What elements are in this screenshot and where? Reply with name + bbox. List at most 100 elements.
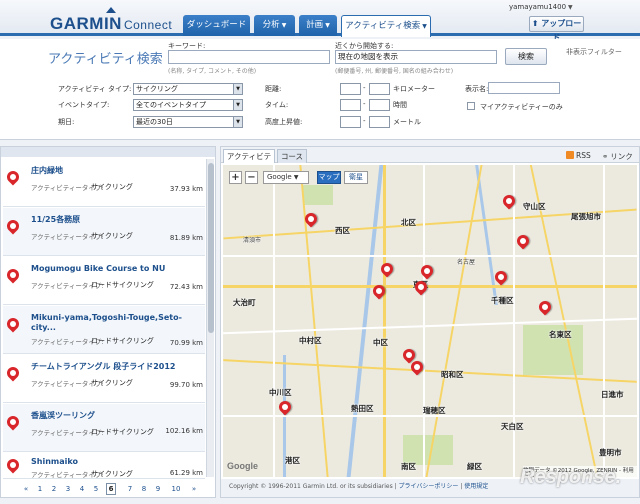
map-view-button[interactable]: マップ [317,171,341,184]
elevation-min-input[interactable] [340,116,361,128]
activity-map-pin[interactable] [536,298,554,316]
copyright: Copyright © 1996-2011 Garmin Ltd. or its… [229,483,393,490]
terms-link[interactable]: 使用規定 [464,483,488,490]
map-label: 中村区 [299,336,322,345]
list-item[interactable]: チームトライアングル 段子ライド2012 アクティビティータイプ: サイクリング… [3,355,205,403]
tab-activities[interactable]: アクティビティ [223,149,275,174]
rss-link[interactable]: RSS [566,151,591,160]
page-link[interactable]: 10 [169,485,183,493]
scroll-thumb[interactable] [208,163,214,333]
range-dash: - [363,100,366,108]
activity-type-value: サイクリング [136,85,178,93]
link-label: リンク [610,152,633,161]
activity-distance: 81.89 km [169,234,203,242]
satellite-view-button[interactable]: 衛星 [344,171,368,184]
my-activities-checkbox[interactable] [467,102,475,110]
activity-map-pin[interactable] [418,262,436,280]
page-link[interactable]: 4 [77,485,87,493]
link-icon: ⚭ [602,152,609,161]
page-link[interactable]: 5 [91,485,101,493]
highway [223,285,637,288]
elevation-unit: メートル [393,118,421,126]
page-link[interactable]: 9 [153,485,163,493]
map-label: 西区 [335,226,350,235]
tab-activity-search[interactable]: アクティビティ検索 ▼ [341,15,431,37]
activity-map-pin[interactable] [514,232,532,250]
link-button[interactable]: ⚭ リンク [602,151,633,162]
distance-max-input[interactable] [369,83,390,95]
map-label: 尾張旭市 [571,212,601,221]
rss-icon [566,151,574,159]
activity-type: サイクリング [91,183,133,191]
page-next[interactable]: » [189,485,199,493]
zoom-in-button[interactable]: + [229,171,242,184]
street [223,255,637,257]
map-canvas[interactable]: 北区 守山区 西区 東区 千種区 名東区 中区 中村区 昭和区 中川区 熱田区 … [223,165,637,477]
tab-dashboard[interactable]: ダッシュボード [183,15,250,36]
activity-map-pin[interactable] [492,268,510,286]
activity-title[interactable]: 香嵐渓ツーリング [31,411,201,421]
activity-title[interactable]: チームトライアングル 段子ライド2012 [31,362,201,372]
list-item[interactable]: 11/25各務原 アクティビティータイプ: サイクリング 81.89 km [3,208,205,256]
username-menu[interactable]: yamayamu1400 ▼ [509,3,573,11]
list-item[interactable]: Mogumogu Bike Course to NU アクティビティータイプ: … [3,257,205,305]
activity-type-label: アクティビティ タイプ: [58,85,132,93]
chevron-down-icon: ▼ [233,84,242,94]
upload-button[interactable]: ⬆ アップロード [529,16,584,42]
watermark: Response. [520,466,622,488]
search-button[interactable]: 検索 [505,48,547,65]
map-label: 大治町 [233,298,256,307]
logo-main: GARMIN [50,14,122,33]
list-scrollbar[interactable] [206,159,214,477]
page-prev[interactable]: « [21,485,31,493]
activity-title[interactable]: Shinmaiko [31,457,201,467]
tab-analysis[interactable]: 分析 ▼ [254,15,295,36]
elevation-label: 高度上昇値: [265,118,303,126]
activity-title[interactable]: 庄内緑地 [31,166,201,176]
street [273,165,275,477]
list-item[interactable]: 庄内緑地 アクティビティータイプ: サイクリング 37.93 km [3,159,205,207]
map-label: 熱田区 [351,404,374,413]
tab-label: 分析 [262,20,280,30]
top-header: GARMIN Connect yamayamu1400 ▼ ⬆ アップロード ダッシ… [0,0,640,42]
list-item[interactable]: Shinmaiko アクティビティータイプ: サイクリング 61.29 km [3,453,205,479]
privacy-link[interactable]: プライバシーポリシー [399,483,459,490]
activity-type: ロードサイクリング [91,281,154,289]
activity-title[interactable]: 11/25各務原 [31,215,201,225]
zoom-out-button[interactable]: − [245,171,258,184]
range-dash: - [363,84,366,92]
distance-min-input[interactable] [340,83,361,95]
bike-pin-icon [4,217,22,235]
page-link[interactable]: 3 [63,485,73,493]
keyword-input[interactable] [168,50,330,64]
map-panel: アクティビティ コース RSS ⚭リンク 北区 守山区 西区 東区 千種区 名東… [220,146,640,498]
near-location-input[interactable]: 現在の地図を表示 [335,50,497,64]
time-min-input[interactable] [340,99,361,111]
page-link[interactable]: 1 [35,485,45,493]
page-link[interactable]: 2 [49,485,59,493]
chevron-down-icon: ▼ [422,23,427,30]
page-link[interactable]: 8 [139,485,149,493]
activity-map-pin[interactable] [378,260,396,278]
activity-map-pin[interactable] [276,398,294,416]
event-type-select[interactable]: 全てのイベントタイプ ▼ [133,99,243,111]
period-select[interactable]: 最近の30日 ▼ [133,116,243,128]
page-title: アクティビティ検索 [48,52,163,67]
keyword-hint: (名称, タイプ, コメント, その他) [168,68,257,75]
display-name-input[interactable] [488,82,560,94]
tab-courses[interactable]: コース [277,149,307,163]
logo-sub: Connect [123,18,173,32]
activity-title[interactable]: Mikuni-yama,Togoshi-Touge,Seto-city... [31,313,201,333]
tab-plan[interactable]: 計画 ▼ [299,15,337,36]
activity-title[interactable]: Mogumogu Bike Course to NU [31,264,201,274]
activity-type-select[interactable]: サイクリング ▼ [133,83,243,95]
list-item[interactable]: 香嵐渓ツーリング アクティビティータイプ: ロードサイクリング 102.16 k… [3,404,205,452]
elevation-max-input[interactable] [369,116,390,128]
google-logo: Google [227,461,258,471]
list-item[interactable]: Mikuni-yama,Togoshi-Touge,Seto-city... ア… [3,306,205,354]
hide-filter-toggle[interactable]: 非表示フィルター [566,47,622,57]
map-provider-select[interactable]: Google ▼ [263,171,309,184]
time-max-input[interactable] [369,99,390,111]
page-link[interactable]: 7 [125,485,135,493]
garmin-connect-logo[interactable]: GARMIN Connect [50,7,173,34]
